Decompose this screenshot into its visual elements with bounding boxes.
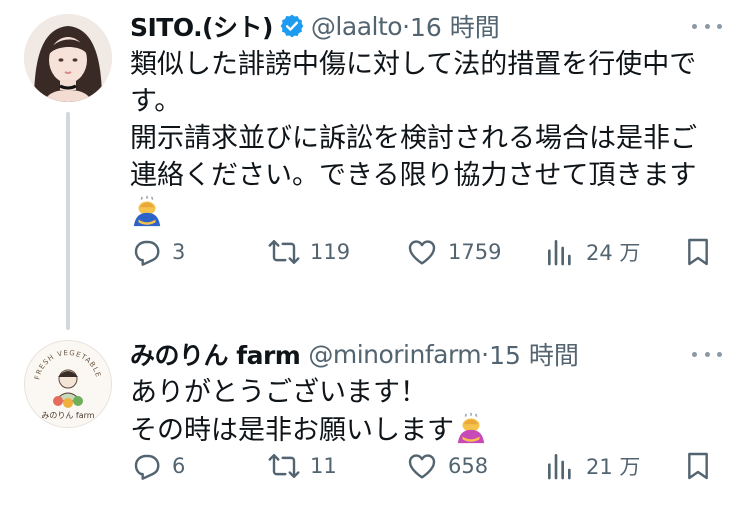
- tweet-text-line: ありがとうございます！: [130, 377, 427, 408]
- reply-button[interactable]: 3: [130, 236, 185, 268]
- views-button[interactable]: 24 万: [544, 236, 640, 268]
- retweet-icon: [268, 240, 300, 264]
- view-count: 24 万: [586, 241, 641, 265]
- person-bowing-emoji-icon: [133, 195, 161, 227]
- bookmark-button[interactable]: [682, 450, 714, 482]
- bookmark-icon: [688, 238, 708, 266]
- more-options-icon[interactable]: [692, 16, 722, 36]
- tweet-text-line: 開示請求並びに訴訟を検討される場合は是非ご: [130, 123, 697, 154]
- avatar-text-bottom: みのりん farm: [41, 411, 94, 420]
- reply-count: 3: [172, 240, 186, 264]
- timestamp[interactable]: 15 時間: [489, 336, 579, 372]
- tweet-text-line: その時は是非お願いします: [130, 415, 454, 446]
- tweet-original[interactable]: SITO.(シト) @laalto · 16 時間 類似した誹謗中傷に対して法的…: [130, 8, 730, 266]
- tweet-header: みのりん farm @minorinfarm · 15 時間: [130, 336, 730, 372]
- retweet-icon: [268, 454, 300, 478]
- heart-icon: [408, 454, 436, 479]
- retweet-button[interactable]: 11: [268, 450, 337, 482]
- retweet-button[interactable]: 119: [268, 236, 350, 268]
- farm-logo-image: FRESH VEGETABLE みのりん farm: [25, 341, 111, 427]
- views-chart-icon: [548, 454, 571, 480]
- separator-dot: ·: [481, 339, 490, 369]
- person-bowing-emoji-icon: [457, 412, 485, 444]
- bookmark-icon: [688, 452, 708, 480]
- timestamp[interactable]: 16 時間: [410, 8, 500, 44]
- tweet-text-line: 連絡ください。できる限り協力させて頂きます: [130, 160, 697, 191]
- retweet-count: 11: [310, 454, 337, 478]
- reply-icon: [134, 240, 160, 266]
- heart-icon: [408, 240, 436, 265]
- display-name[interactable]: SITO.(シト): [130, 8, 273, 44]
- reply-button[interactable]: 6: [130, 450, 185, 482]
- views-button[interactable]: 21 万: [544, 450, 640, 482]
- like-count: 658: [448, 454, 489, 478]
- avatar[interactable]: FRESH VEGETABLE みのりん farm: [24, 340, 112, 428]
- retweet-count: 119: [310, 240, 351, 264]
- user-handle[interactable]: @laalto: [311, 12, 403, 41]
- thread-connector-line: [66, 112, 70, 330]
- tweet-reply[interactable]: みのりん farm @minorinfarm · 15 時間 ありがとうございま…: [130, 336, 730, 480]
- like-count: 1759: [448, 240, 502, 264]
- tweet-text: ありがとうございます！ その時は是非お願いします: [130, 374, 730, 449]
- reply-count: 6: [172, 454, 186, 478]
- tweet-header: SITO.(シト) @laalto · 16 時間: [130, 8, 730, 44]
- like-button[interactable]: 1759: [406, 236, 501, 268]
- reply-icon: [134, 454, 160, 480]
- separator-dot: ·: [402, 11, 411, 41]
- views-chart-icon: [548, 240, 571, 266]
- more-options-icon[interactable]: [692, 344, 722, 364]
- verified-badge-icon: [280, 14, 304, 38]
- avatar-portrait-image: [24, 14, 112, 102]
- tweet-text-line: す。: [130, 86, 182, 117]
- tweet-text: 類似した誹謗中傷に対して法的措置を行使中で す。 開示請求並びに訴訟を検討される…: [130, 46, 730, 232]
- avatar[interactable]: [24, 14, 112, 102]
- user-handle[interactable]: @minorinfarm: [308, 340, 481, 369]
- bookmark-button[interactable]: [682, 236, 714, 268]
- like-button[interactable]: 658: [406, 450, 488, 482]
- tweet-text-line: 類似した誹謗中傷に対して法的措置を行使中で: [130, 49, 697, 80]
- view-count: 21 万: [586, 455, 641, 479]
- display-name[interactable]: みのりん farm: [130, 336, 301, 372]
